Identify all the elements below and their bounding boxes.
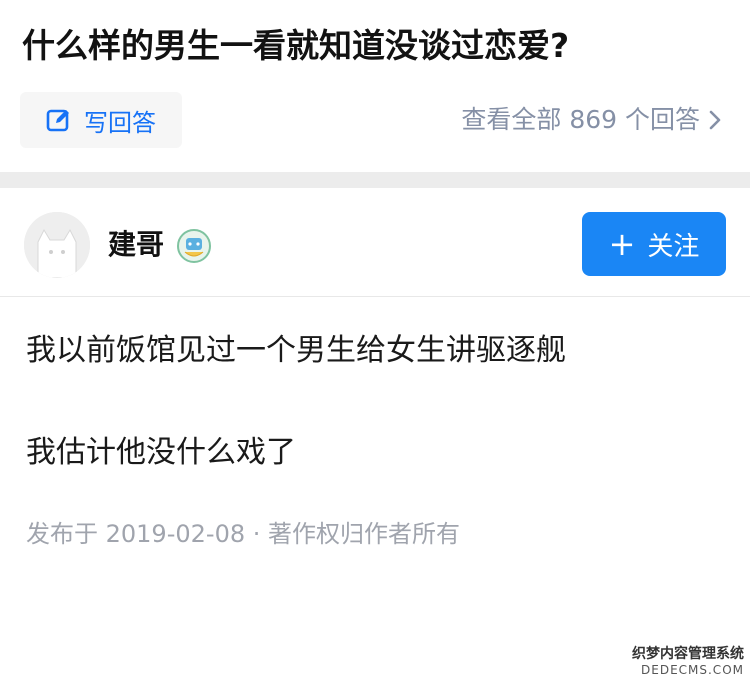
watermark-line1: 织梦内容管理系统 — [632, 646, 744, 662]
write-answer-button[interactable]: 写回答 — [20, 92, 182, 148]
section-divider — [0, 172, 750, 188]
watermark-line2: DEDECMS.COM — [641, 663, 744, 677]
follow-label: 关注 — [647, 231, 700, 262]
chevron-right-icon — [709, 110, 721, 130]
avatar-cat-icon — [24, 212, 90, 278]
answer-page: 什么样的男生一看就知道没谈过恋爱? 写回答 查看全部 869 个回答 建哥 + … — [0, 0, 750, 686]
author-name[interactable]: 建哥 — [108, 226, 164, 264]
plus-icon: + — [608, 225, 636, 263]
answer-paragraph: 我以前饭馆见过一个男生给女生讲驱逐舰 — [26, 333, 566, 368]
write-answer-label: 写回答 — [84, 108, 156, 137]
author-row: 建哥 + 关注 — [0, 188, 750, 296]
answer-paragraph: 我估计他没什么戏了 — [26, 435, 296, 470]
divider — [0, 296, 750, 297]
question-header: 什么样的男生一看就知道没谈过恋爱? 写回答 查看全部 869 个回答 — [0, 0, 750, 172]
avatar[interactable] — [24, 212, 90, 278]
watermark: 织梦内容管理系统 DEDECMS.COM — [632, 646, 744, 678]
answer-meta: 发布于 2019-02-08 · 著作权归作者所有 — [26, 520, 460, 548]
all-answers-label: 查看全部 869 个回答 — [461, 105, 700, 134]
user-badge-icon — [177, 229, 211, 263]
view-all-answers-link[interactable]: 查看全部 869 个回答 — [461, 100, 722, 140]
follow-button[interactable]: + 关注 — [582, 212, 726, 276]
question-title[interactable]: 什么样的男生一看就知道没谈过恋爱? — [22, 22, 569, 70]
edit-icon — [46, 109, 69, 132]
